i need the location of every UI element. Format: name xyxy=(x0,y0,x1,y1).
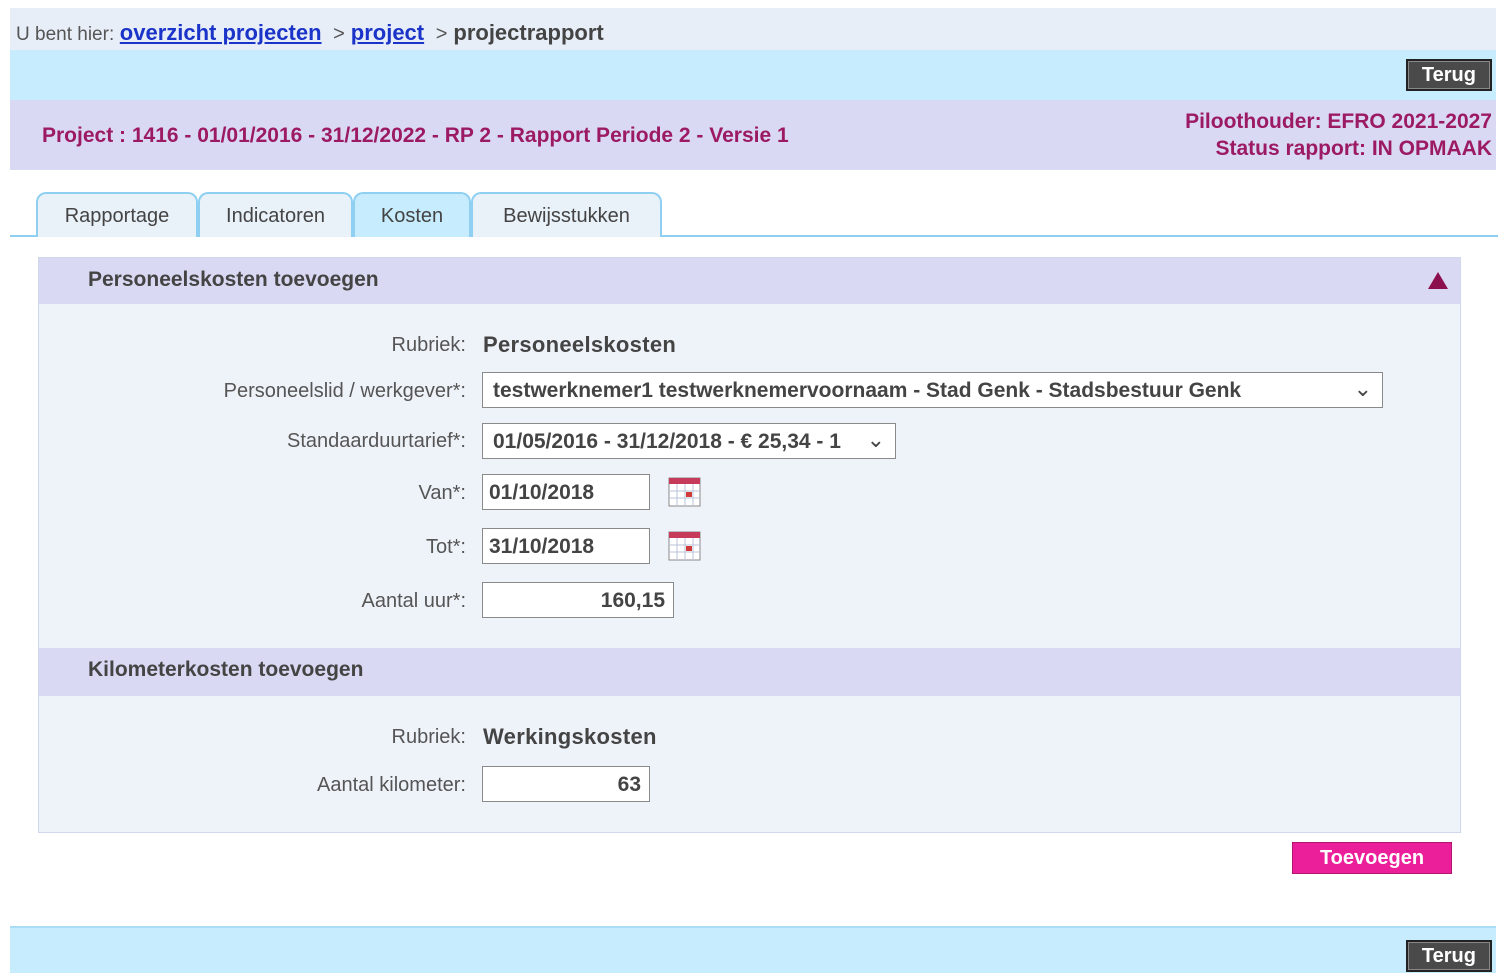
km-input[interactable]: 63 xyxy=(482,766,650,802)
to-label: Tot*: xyxy=(425,536,466,558)
project-header: Project : 1416 - 01/01/2016 - 31/12/2022… xyxy=(10,100,1496,170)
personnel-section-header: Personeelskosten toevoegen xyxy=(39,258,1460,304)
chevron-down-icon: ⌄ xyxy=(1353,376,1372,401)
tab-indicatoren[interactable]: Indicatoren xyxy=(198,192,353,237)
breadcrumb-link-project[interactable]: project xyxy=(351,20,424,45)
back-button-bottom[interactable]: Terug xyxy=(1405,940,1492,972)
breadcrumb-link-overview[interactable]: overzicht projecten xyxy=(120,20,322,45)
kilometer-section-header: Kilometerkosten toevoegen xyxy=(39,648,1460,696)
employee-select-value: testwerknemer1 testwerknemervoornaam - S… xyxy=(493,379,1242,402)
hours-input[interactable]: 160,15 xyxy=(482,582,674,618)
back-button-top[interactable]: Terug xyxy=(1405,59,1492,91)
km-rubriek-label: Rubriek: xyxy=(391,726,466,748)
add-button[interactable]: Toevoegen xyxy=(1292,842,1452,874)
km-label: Aantal kilometer: xyxy=(317,774,466,796)
km-rubriek-value: Werkingskosten xyxy=(483,724,657,749)
from-label: Van*: xyxy=(418,482,466,504)
breadcrumb-separator: > xyxy=(333,23,345,45)
breadcrumb-prefix: U bent hier: xyxy=(16,24,115,45)
project-title: Project : 1416 - 01/01/2016 - 31/12/2022… xyxy=(42,124,789,147)
to-date-input[interactable]: 31/10/2018 xyxy=(482,528,650,564)
personnel-section-title: Personeelskosten toevoegen xyxy=(88,268,379,291)
chevron-down-icon: ⌄ xyxy=(866,427,885,452)
tab-bewijsstukken[interactable]: Bewijsstukken xyxy=(471,192,662,237)
calendar-icon[interactable] xyxy=(668,531,701,561)
pilot-holder: Piloothouder: EFRO 2021-2027 xyxy=(1185,110,1492,133)
rate-label: Standaarduurtarief*: xyxy=(286,430,466,452)
kilometer-section-title: Kilometerkosten toevoegen xyxy=(88,658,364,681)
calendar-icon[interactable] xyxy=(668,477,701,507)
from-date-input[interactable]: 01/10/2018 xyxy=(482,474,650,510)
tab-rapportage[interactable]: Rapportage xyxy=(36,192,198,237)
collapse-triangle-icon[interactable] xyxy=(1428,272,1448,289)
rate-select-value: 01/05/2016 - 31/12/2018 - € 25,34 - 1 xyxy=(493,430,841,453)
employee-label: Personeelslid / werkgever*: xyxy=(223,380,466,402)
hours-label: Aantal uur*: xyxy=(361,590,466,612)
tab-bar: Rapportage Indicatoren Kosten Bewijsstuk… xyxy=(10,190,1498,237)
report-status: Status rapport: IN OPMAAK xyxy=(1215,137,1492,160)
breadcrumb-separator: > xyxy=(435,23,448,45)
employee-select[interactable]: testwerknemer1 testwerknemervoornaam - S… xyxy=(482,372,1383,408)
tab-kosten[interactable]: Kosten xyxy=(353,192,471,237)
breadcrumb: U bent hier: overzicht projecten > projec… xyxy=(10,8,1496,50)
bottom-action-bar: Terug xyxy=(10,926,1496,973)
rubriek-label: Rubriek: xyxy=(391,334,466,356)
costs-form-panel: Personeelskosten toevoegen Rubriek: Pers… xyxy=(38,257,1461,833)
project-meta: Piloothouder: EFRO 2021-2027 Status rapp… xyxy=(1185,108,1492,162)
breadcrumb-current: projectrapport xyxy=(453,20,604,45)
top-action-bar: Terug xyxy=(10,50,1496,100)
rate-select[interactable]: 01/05/2016 - 31/12/2018 - € 25,34 - 1 ⌄ xyxy=(482,423,896,459)
rubriek-value: Personeelskosten xyxy=(483,332,677,357)
